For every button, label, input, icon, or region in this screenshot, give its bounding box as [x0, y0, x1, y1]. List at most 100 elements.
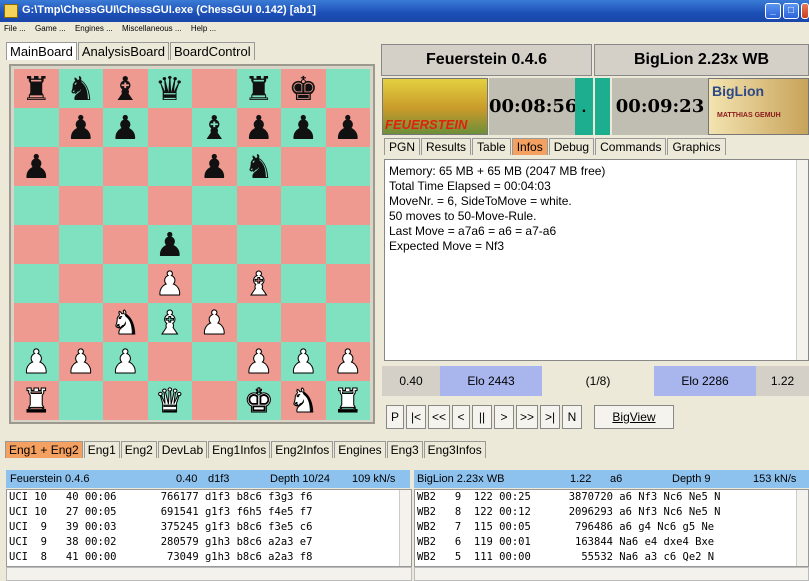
- white-pawn-icon[interactable]: ♟: [148, 264, 193, 304]
- minimize-button[interactable]: _: [765, 3, 781, 19]
- board-square[interactable]: [58, 381, 103, 420]
- menu-misc[interactable]: Miscellaneous ...: [118, 22, 185, 33]
- bigview-button[interactable]: BigView: [594, 405, 674, 429]
- tab-eng3[interactable]: Eng3: [386, 441, 423, 458]
- board-square[interactable]: [281, 264, 326, 303]
- black-pawn-icon[interactable]: ♟: [237, 108, 282, 147]
- board-square[interactable]: [103, 147, 148, 186]
- info-scrollbar[interactable]: [796, 160, 808, 360]
- board-square[interactable]: [58, 303, 103, 342]
- tab-devlab[interactable]: DevLab: [157, 441, 208, 458]
- board-square[interactable]: [58, 147, 103, 186]
- black-rook-icon[interactable]: ♜: [14, 69, 59, 108]
- white-pawn-icon[interactable]: ♟: [59, 342, 104, 382]
- engine1-vscrollbar[interactable]: [399, 490, 411, 566]
- black-bishop-icon[interactable]: ♝: [103, 69, 148, 108]
- nav-next-game-button[interactable]: N: [562, 405, 582, 429]
- nav-previous-game-button[interactable]: P: [386, 405, 404, 429]
- tab-boardcontrol[interactable]: BoardControl: [169, 42, 255, 60]
- board-square[interactable]: [236, 186, 281, 225]
- white-bishop-icon[interactable]: ♝: [148, 303, 193, 343]
- board-square[interactable]: [281, 225, 326, 264]
- board-square[interactable]: [103, 225, 148, 264]
- board-square[interactable]: [192, 69, 237, 108]
- menu-file[interactable]: File ...: [0, 22, 29, 33]
- white-knight-icon[interactable]: ♞: [103, 303, 148, 343]
- board-square[interactable]: [103, 264, 148, 303]
- menu-game[interactable]: Game ...: [31, 22, 69, 33]
- menu-help[interactable]: Help ...: [187, 22, 219, 33]
- board-square[interactable]: [103, 381, 148, 420]
- board-square[interactable]: [14, 186, 59, 225]
- nav-last-button[interactable]: >|: [540, 405, 560, 429]
- white-rook-icon[interactable]: ♜: [326, 381, 371, 421]
- tab-eng2infos[interactable]: Eng2Infos: [271, 441, 334, 458]
- board-square[interactable]: [58, 186, 103, 225]
- board-square[interactable]: [192, 225, 237, 264]
- white-queen-icon[interactable]: ♛: [148, 381, 193, 421]
- board-square[interactable]: [58, 264, 103, 303]
- black-bishop-icon[interactable]: ♝: [192, 108, 237, 147]
- white-king-icon[interactable]: ♚: [237, 381, 282, 421]
- board-square[interactable]: [14, 225, 59, 264]
- board-square[interactable]: [147, 186, 192, 225]
- tab-eng2[interactable]: Eng2: [120, 441, 157, 458]
- board-square[interactable]: [325, 69, 370, 108]
- black-king-icon[interactable]: ♚: [281, 69, 326, 108]
- engine2-hscrollbar[interactable]: [414, 567, 809, 581]
- tab-eng1-eng2[interactable]: Eng1 + Eng2: [5, 441, 83, 458]
- white-rook-icon[interactable]: ♜: [14, 381, 59, 421]
- tab-engines[interactable]: Engines: [334, 441, 386, 458]
- board-square[interactable]: [325, 303, 370, 342]
- board-square[interactable]: [325, 225, 370, 264]
- board-square[interactable]: [14, 303, 59, 342]
- board-square[interactable]: [147, 147, 192, 186]
- tab-eng3infos[interactable]: Eng3Infos: [423, 441, 486, 458]
- board-square[interactable]: [147, 108, 192, 147]
- board-square[interactable]: [236, 303, 281, 342]
- tab-table[interactable]: Table: [472, 138, 511, 155]
- tab-eng1infos[interactable]: Eng1Infos: [208, 441, 271, 458]
- nav-back-button[interactable]: <: [452, 405, 470, 429]
- engine2-vscrollbar[interactable]: [796, 490, 808, 566]
- white-pawn-icon[interactable]: ♟: [237, 342, 282, 382]
- engine1-hscrollbar[interactable]: [6, 567, 412, 581]
- black-pawn-icon[interactable]: ♟: [192, 147, 237, 186]
- nav-back-fast-button[interactable]: <<: [428, 405, 450, 429]
- board-square[interactable]: [192, 342, 237, 381]
- menu-engines[interactable]: Engines ...: [71, 22, 116, 33]
- tab-analysisboard[interactable]: AnalysisBoard: [77, 42, 169, 60]
- board-square[interactable]: [192, 186, 237, 225]
- engine1-log[interactable]: UCI 10 40 00:06 766177 d1f3 b8c6 f3g3 f6…: [6, 489, 412, 567]
- board-square[interactable]: [192, 264, 237, 303]
- white-pawn-icon[interactable]: ♟: [281, 342, 326, 382]
- black-pawn-icon[interactable]: ♟: [148, 225, 193, 264]
- board-square[interactable]: [147, 342, 192, 381]
- board-square[interactable]: [325, 186, 370, 225]
- info-text-box[interactable]: Memory: 65 MB + 65 MB (2047 MB free) Tot…: [384, 159, 809, 361]
- black-pawn-icon[interactable]: ♟: [14, 147, 59, 186]
- white-knight-icon[interactable]: ♞: [281, 381, 326, 421]
- tab-debug[interactable]: Debug: [548, 138, 595, 155]
- board-square[interactable]: [325, 264, 370, 303]
- black-pawn-icon[interactable]: ♟: [103, 108, 148, 147]
- board-square[interactable]: [192, 381, 237, 420]
- board-square[interactable]: [14, 264, 59, 303]
- nav-first-button[interactable]: |<: [406, 405, 426, 429]
- black-pawn-icon[interactable]: ♟: [281, 108, 326, 147]
- white-pawn-icon[interactable]: ♟: [14, 342, 59, 382]
- white-pawn-icon[interactable]: ♟: [192, 303, 237, 343]
- black-queen-icon[interactable]: ♛: [148, 69, 193, 108]
- board-square[interactable]: [325, 147, 370, 186]
- board-square[interactable]: [58, 225, 103, 264]
- board-square[interactable]: [103, 186, 148, 225]
- black-rook-icon[interactable]: ♜: [237, 69, 282, 108]
- black-knight-icon[interactable]: ♞: [237, 147, 282, 186]
- tab-mainboard[interactable]: MainBoard: [6, 42, 77, 60]
- tab-graphics[interactable]: Graphics: [667, 138, 726, 155]
- tab-infos[interactable]: Infos: [511, 138, 548, 155]
- chess-board[interactable]: ♜ ♞ ♝ ♛ ♜ ♚ ♟ ♟ ♝ ♟ ♟ ♟ ♟ ♟ ♞ ♟ ♟ ♝ ♞ ♝ ♟ ♟ ♟ ♟ ♟ ♟ ♟ ♜ ♛ ♚ ♞ ♜: [14, 69, 371, 421]
- board-square[interactable]: [236, 225, 281, 264]
- nav-forward-fast-button[interactable]: >>: [516, 405, 538, 429]
- board-square[interactable]: [281, 186, 326, 225]
